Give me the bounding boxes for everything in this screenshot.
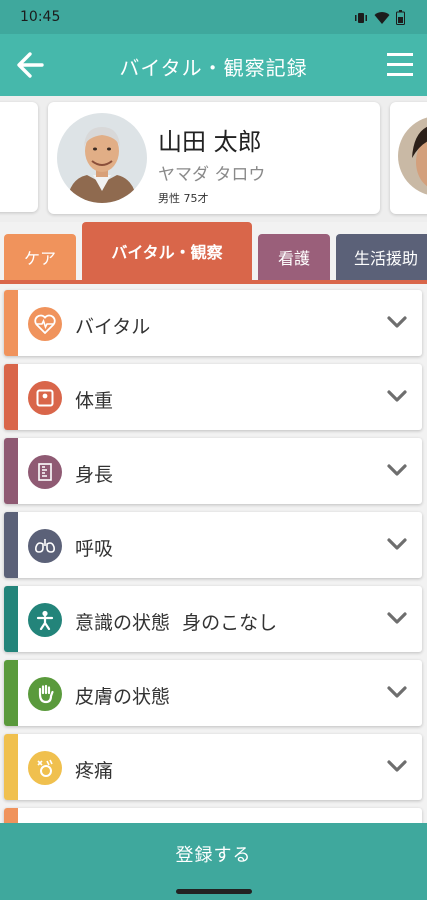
- pain-icon: [28, 751, 62, 785]
- color-stripe: [4, 586, 18, 652]
- patient-name-kana: ヤマダ タロウ: [158, 165, 266, 185]
- tab-life-support[interactable]: 生活援助: [336, 234, 427, 280]
- list-item-label: 意識の状態 身のこなし: [75, 612, 278, 634]
- menu-button[interactable]: [385, 48, 415, 82]
- scale-icon: [28, 381, 62, 415]
- battery-icon: [396, 10, 405, 25]
- tab-vital-observation[interactable]: バイタル・観察: [82, 222, 252, 280]
- chevron-down-icon: [387, 316, 407, 328]
- color-stripe: [4, 290, 18, 356]
- list-item-consciousness[interactable]: 意識の状態 身のこなし: [4, 586, 422, 652]
- chevron-down-icon: [387, 538, 407, 550]
- list-item-height[interactable]: 身長: [4, 438, 422, 504]
- avatar: [398, 116, 427, 196]
- color-stripe: [4, 512, 18, 578]
- color-stripe: [4, 808, 18, 824]
- avatar: [57, 113, 147, 203]
- list-item-label: 身長: [75, 464, 114, 486]
- tab-underline: [0, 280, 427, 284]
- chevron-down-icon: [387, 390, 407, 402]
- page-title: バイタル・観察記録: [119, 56, 308, 80]
- person-icon: [28, 603, 62, 637]
- list-item-weight[interactable]: 体重: [4, 364, 422, 430]
- color-stripe: [4, 364, 18, 430]
- patient-card-previous[interactable]: [0, 102, 38, 212]
- color-stripe: [4, 660, 18, 726]
- list-item-label: 疼痛: [75, 760, 114, 782]
- list-item-vital[interactable]: バイタル: [4, 290, 422, 356]
- chevron-down-icon: [387, 464, 407, 476]
- hand-icon: [28, 677, 62, 711]
- chevron-down-icon: [387, 686, 407, 698]
- tab-care[interactable]: ケア: [4, 234, 76, 280]
- list-item-pain[interactable]: 疼痛: [4, 734, 422, 800]
- heartbeat-icon: [28, 307, 62, 341]
- list-item-label: バイタル: [75, 316, 151, 338]
- hamburger-menu-icon: [387, 53, 413, 76]
- category-tabs: ケア バイタル・観察 看護 生活援助: [0, 222, 427, 284]
- list-item-label: 呼吸: [75, 538, 114, 560]
- patient-carousel[interactable]: 山田 太郎 ヤマダ タロウ 男性 75才: [0, 96, 427, 222]
- home-handle[interactable]: [176, 889, 252, 894]
- chevron-down-icon: [387, 760, 407, 772]
- color-stripe: [4, 734, 18, 800]
- patient-card-next[interactable]: [390, 102, 427, 214]
- register-button[interactable]: 登録する: [0, 823, 427, 885]
- vibrate-icon: [355, 12, 367, 23]
- chevron-down-icon: [387, 612, 407, 624]
- patient-card[interactable]: 山田 太郎 ヤマダ タロウ 男性 75才: [48, 102, 380, 214]
- patient-meta: 男性 75才: [158, 192, 209, 205]
- list-item-skin[interactable]: 皮膚の状態: [4, 660, 422, 726]
- list-item-partial[interactable]: [4, 808, 422, 824]
- list-item-label: 皮膚の状態: [75, 686, 171, 708]
- arrow-left-icon: [17, 52, 44, 78]
- tab-nursing[interactable]: 看護: [258, 234, 330, 280]
- patient-name: 山田 太郎: [158, 128, 262, 156]
- color-stripe: [4, 438, 18, 504]
- status-bar: 10:45: [0, 0, 427, 34]
- back-button[interactable]: [14, 48, 48, 82]
- status-icons: [354, 10, 405, 25]
- list-item-respiration[interactable]: 呼吸: [4, 512, 422, 578]
- system-nav-bar: [0, 885, 427, 900]
- record-list[interactable]: バイタル 体重 身長 呼吸 意識の状態 身のこなし 皮膚の状態 疼痛: [0, 286, 427, 824]
- lungs-icon: [28, 529, 62, 563]
- wifi-icon: [374, 11, 390, 24]
- height-icon: [28, 455, 62, 489]
- status-time: 10:45: [20, 9, 61, 25]
- list-item-label: 体重: [75, 390, 114, 412]
- app-bar: バイタル・観察記録: [0, 34, 427, 96]
